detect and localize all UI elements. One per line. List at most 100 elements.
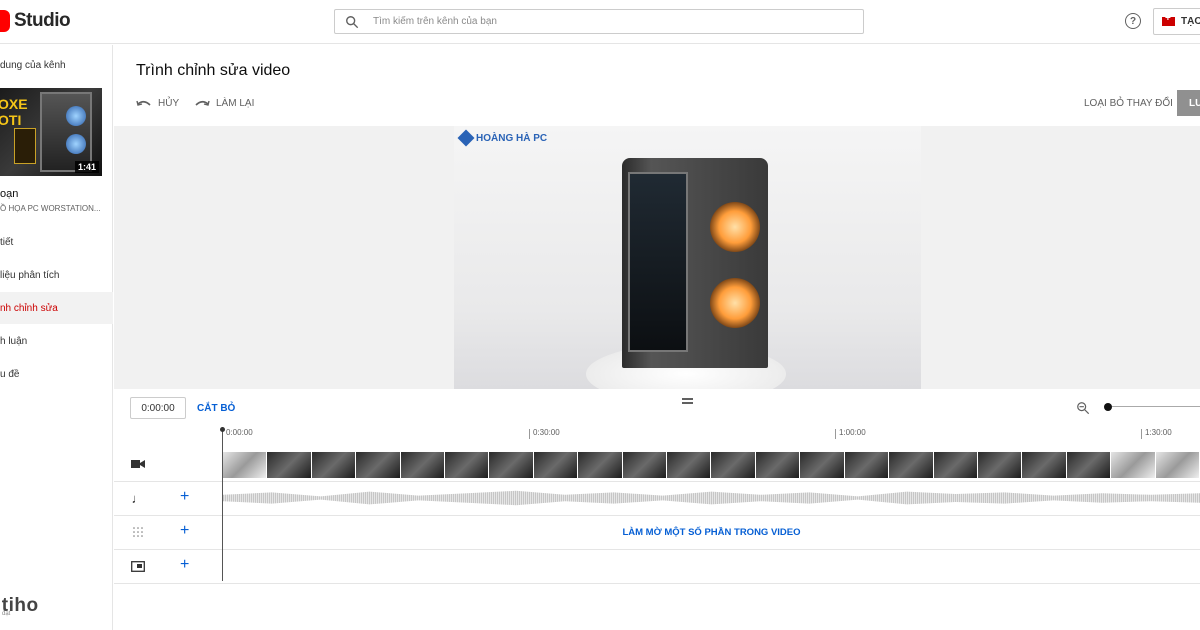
filmstrip-frame bbox=[1066, 452, 1112, 478]
filmstrip-frame bbox=[1022, 452, 1067, 478]
case-side-panel bbox=[628, 172, 688, 352]
video-player[interactable]: HOÀNG HÀ PC bbox=[454, 126, 921, 389]
create-video-icon bbox=[1162, 13, 1175, 26]
case-fan-bottom bbox=[710, 278, 760, 328]
zoom-slider-knob[interactable] bbox=[1104, 403, 1112, 411]
editor-main: Trình chỉnh sửa video HỦY LÀM LẠI LOẠI B… bbox=[114, 45, 1200, 630]
video-camera-icon bbox=[130, 456, 146, 472]
sidebar-item-subtitles[interactable]: u đề bbox=[0, 358, 113, 390]
ruler-tick: 0:00:00 bbox=[222, 429, 253, 439]
music-note-icon: ♩ bbox=[131, 490, 145, 506]
filmstrip-frame bbox=[356, 452, 401, 478]
filmstrip-frame bbox=[1155, 452, 1200, 478]
search-icon bbox=[346, 15, 359, 28]
video-subtitle: Ồ HỌA PC WORSTATION... bbox=[0, 204, 101, 213]
blur-track: + LÀM MỜ MỘT SỐ PHẦN TRONG VIDEO bbox=[114, 516, 1200, 550]
filmstrip-frame bbox=[711, 452, 756, 478]
case-fan-top bbox=[710, 202, 760, 252]
video-title: oạn bbox=[0, 188, 19, 200]
sidebar-item-label: liệu phân tích bbox=[0, 269, 60, 281]
undo-icon bbox=[136, 100, 151, 106]
end-screen-icon bbox=[130, 558, 146, 574]
create-button[interactable]: TẠO bbox=[1153, 8, 1200, 35]
watermark-text: HOÀNG HÀ PC bbox=[476, 132, 548, 144]
add-audio-button[interactable]: + bbox=[180, 488, 189, 506]
playhead[interactable] bbox=[220, 427, 225, 581]
sidebar-item-details[interactable]: tiết bbox=[0, 226, 113, 258]
filmstrip-frame bbox=[755, 452, 801, 478]
video-track bbox=[114, 447, 1200, 482]
back-to-channel-content[interactable]: dung của kênh bbox=[0, 60, 66, 71]
filmstrip-frame bbox=[445, 452, 490, 478]
studio-logo[interactable]: Studio bbox=[0, 10, 71, 32]
timeline-toolbar: 0:00:00 CẮT BỎ bbox=[114, 389, 1200, 429]
ruler-tick: 0:30:00 bbox=[529, 429, 560, 439]
filmstrip-frame bbox=[489, 452, 534, 478]
filmstrip-frame bbox=[844, 452, 890, 478]
top-bar: Studio ? TẠO bbox=[0, 0, 1200, 44]
redo-icon bbox=[195, 100, 210, 106]
sidebar-item-comments[interactable]: h luận bbox=[0, 325, 113, 357]
filmstrip-frame bbox=[800, 452, 845, 478]
current-time-field[interactable]: 0:00:00 bbox=[130, 397, 186, 419]
video-thumbnail[interactable]: OXE OTI 1:41 bbox=[0, 88, 102, 176]
create-label: TẠO bbox=[1181, 16, 1200, 27]
watermark-brand-sub: đạt bbox=[2, 611, 11, 617]
time-ruler: 0:00:00 0:30:00 1:00:00 1:30:00 bbox=[114, 429, 1200, 447]
filmstrip-frame bbox=[977, 452, 1023, 478]
filmstrip-frame bbox=[889, 452, 934, 478]
page-title: Trình chỉnh sửa video bbox=[136, 62, 291, 79]
resize-handle-icon[interactable] bbox=[682, 398, 693, 404]
sidebar-item-label: u đề bbox=[0, 368, 20, 380]
sidebar-item-label: h luận bbox=[0, 335, 28, 347]
audio-waveform[interactable] bbox=[223, 490, 1200, 506]
filmstrip-frame bbox=[1111, 452, 1156, 478]
help-icon[interactable]: ? bbox=[1125, 13, 1141, 29]
video-filmstrip[interactable] bbox=[223, 452, 1200, 478]
filmstrip-frame bbox=[667, 452, 712, 478]
filmstrip-frame bbox=[311, 452, 357, 478]
save-button[interactable]: LƯ bbox=[1177, 90, 1200, 116]
filmstrip-frame bbox=[400, 452, 446, 478]
pc-case-graphic bbox=[622, 158, 768, 368]
video-watermark: HOÀNG HÀ PC bbox=[457, 129, 548, 147]
youtube-play-icon bbox=[0, 10, 10, 32]
video-preview-area: HOÀNG HÀ PC bbox=[114, 126, 1200, 389]
thumbnail-text: OXE OTI bbox=[0, 96, 28, 128]
undo-button[interactable]: HỦY bbox=[136, 98, 179, 109]
blur-video-link[interactable]: LÀM MỜ MỘT SỐ PHẦN TRONG VIDEO bbox=[223, 527, 1200, 538]
zoom-slider-track bbox=[1112, 406, 1200, 407]
watermark-logo-icon bbox=[457, 129, 475, 147]
sidebar: dung của kênh OXE OTI 1:41 oạn Ồ HỌA PC W… bbox=[0, 45, 113, 630]
add-blur-button[interactable]: + bbox=[180, 522, 189, 540]
thumbnail-box-graphic bbox=[14, 128, 36, 164]
thumbnail-pc-graphic bbox=[40, 92, 92, 172]
undo-label: HỦY bbox=[158, 98, 180, 109]
filmstrip-frame bbox=[267, 452, 312, 478]
trim-button[interactable]: CẮT BỎ bbox=[197, 403, 235, 414]
logo-text: Studio bbox=[14, 10, 71, 31]
sidebar-item-label: tiết bbox=[0, 236, 14, 248]
search-box[interactable] bbox=[334, 9, 864, 34]
discard-changes-button[interactable]: LOẠI BỎ THAY ĐỔI bbox=[1084, 98, 1173, 109]
sidebar-item-label: nh chỉnh sửa bbox=[0, 302, 58, 314]
add-end-screen-button[interactable]: + bbox=[180, 556, 189, 574]
audio-track: ♩ + bbox=[114, 482, 1200, 516]
ruler-tick: 1:00:00 bbox=[835, 429, 866, 439]
search-input[interactable] bbox=[373, 16, 813, 27]
zoom-slider[interactable] bbox=[1104, 403, 1200, 411]
video-duration: 1:41 bbox=[74, 161, 99, 173]
blur-icon bbox=[130, 524, 146, 540]
filmstrip-frame bbox=[533, 452, 579, 478]
filmstrip-frame bbox=[933, 452, 978, 478]
filmstrip-frame bbox=[578, 452, 623, 478]
filmstrip-frame bbox=[223, 452, 268, 478]
ruler-tick: 1:30:00 bbox=[1141, 429, 1172, 439]
redo-button[interactable]: LÀM LẠI bbox=[194, 98, 254, 109]
end-screen-track: + bbox=[114, 550, 1200, 584]
sidebar-item-analytics[interactable]: liệu phân tích bbox=[0, 259, 113, 291]
filmstrip-frame bbox=[622, 452, 668, 478]
redo-label: LÀM LẠI bbox=[216, 98, 255, 109]
zoom-out-icon[interactable] bbox=[1076, 401, 1090, 415]
sidebar-item-editor[interactable]: nh chỉnh sửa bbox=[0, 292, 113, 324]
